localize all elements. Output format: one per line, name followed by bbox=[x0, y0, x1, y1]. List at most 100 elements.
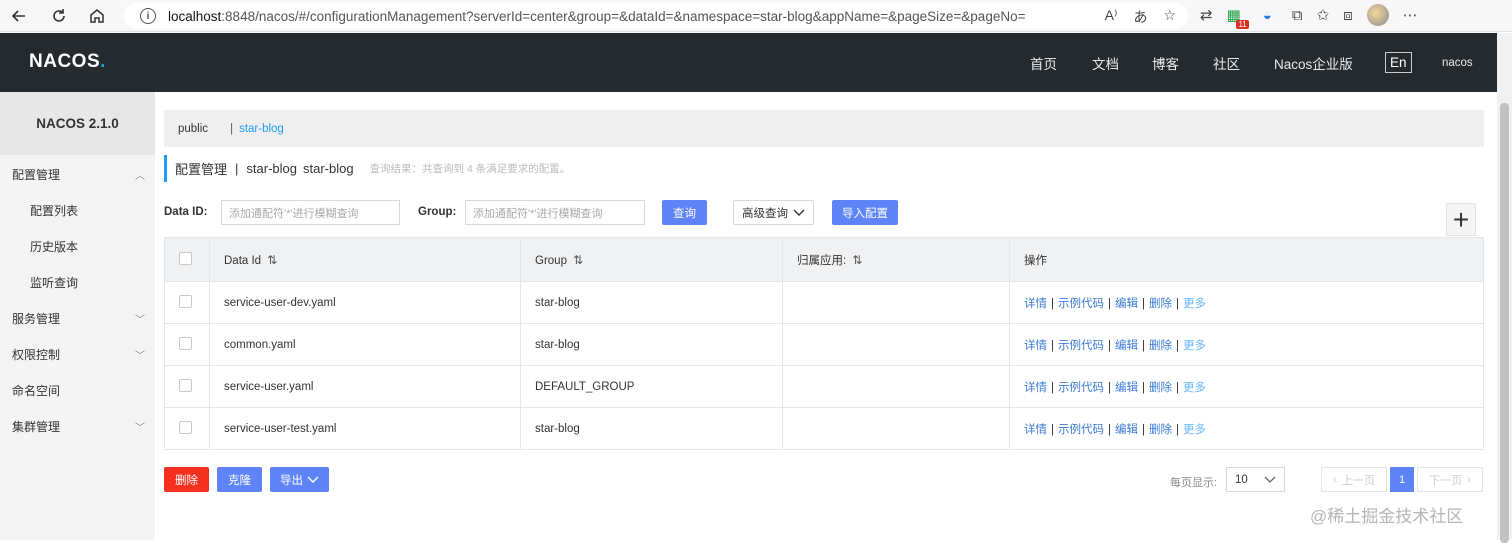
detail-link[interactable]: 详情 bbox=[1024, 340, 1047, 352]
import-config-button[interactable]: 导入配置 bbox=[832, 200, 898, 225]
sidebar-item-listener-query[interactable]: 监听查询 bbox=[0, 264, 155, 300]
export-dropdown[interactable]: 导出 bbox=[270, 467, 329, 492]
col-dataid[interactable]: Data Id ⇅ bbox=[209, 237, 521, 282]
user-menu[interactable]: nacos bbox=[1442, 57, 1473, 69]
sidebar-item-access-control[interactable]: 权限控制 ﹀ bbox=[0, 336, 155, 372]
sidebar-item-config-management[interactable]: 配置管理 ︿ bbox=[0, 156, 155, 192]
edit-link[interactable]: 编辑 bbox=[1115, 382, 1138, 394]
prev-page-button[interactable]: ‹ 上一页 bbox=[1321, 467, 1387, 492]
namespace-public[interactable]: public bbox=[178, 123, 208, 135]
row-select-cell bbox=[164, 407, 210, 450]
nacos-logo[interactable]: NACOS. bbox=[29, 51, 106, 73]
sidebar-item-label: 监听查询 bbox=[30, 275, 79, 290]
clone-button[interactable]: 克隆 bbox=[217, 467, 262, 492]
info-icon[interactable]: i bbox=[140, 8, 156, 24]
cell-app bbox=[782, 281, 1010, 324]
more-link[interactable]: 更多 bbox=[1183, 298, 1206, 310]
sort-icon[interactable]: ⇅ bbox=[852, 253, 862, 267]
more-link[interactable]: 更多 bbox=[1183, 382, 1206, 394]
page-size-select[interactable]: 10 bbox=[1226, 467, 1285, 492]
edit-link[interactable]: 编辑 bbox=[1115, 424, 1138, 436]
sidebar-item-namespace[interactable]: 命名空间 bbox=[0, 372, 155, 408]
sidebar-item-service-management[interactable]: 服务管理 ﹀ bbox=[0, 300, 155, 336]
sample-code-link[interactable]: 示例代码 bbox=[1058, 340, 1104, 352]
browser-toolbar: i localhost:8848/nacos/#/configurationMa… bbox=[0, 0, 1512, 32]
add-config-button[interactable]: + bbox=[1446, 203, 1476, 236]
detail-link[interactable]: 详情 bbox=[1024, 382, 1047, 394]
back-arrow-icon[interactable] bbox=[4, 1, 34, 31]
nav-community[interactable]: 社区 bbox=[1213, 53, 1240, 73]
favorites-icon[interactable]: ✩ bbox=[1317, 6, 1330, 24]
namespace-id: star-blog bbox=[302, 161, 354, 176]
nav-enterprise[interactable]: Nacos企业版 bbox=[1274, 53, 1353, 73]
row-checkbox[interactable] bbox=[179, 294, 192, 308]
cell-dataid: service-user-test.yaml bbox=[209, 407, 521, 450]
page-title: 配置管理 | star-blog star-blog 查询结果：共查询到 4 条… bbox=[164, 155, 570, 182]
extension-shield-icon[interactable]: ◒ bbox=[1263, 7, 1272, 24]
dataid-input[interactable]: 添加通配符'*'进行模糊查询 bbox=[221, 200, 400, 225]
menu-dots-icon[interactable]: ⋯ bbox=[1403, 6, 1418, 24]
query-result-text: 查询结果：共查询到 4 条满足要求的配置。 bbox=[369, 163, 571, 175]
translate-icon[interactable]: あ bbox=[1133, 7, 1147, 27]
group-label: Group: bbox=[418, 206, 457, 218]
delete-link[interactable]: 删除 bbox=[1149, 424, 1172, 436]
more-link[interactable]: 更多 bbox=[1183, 424, 1206, 436]
collections-icon[interactable]: ⧈ bbox=[1343, 7, 1353, 24]
extension-grid-icon[interactable]: ▦ 11 bbox=[1227, 6, 1249, 29]
row-checkbox[interactable] bbox=[179, 336, 192, 350]
row-checkbox[interactable] bbox=[179, 420, 192, 434]
extensions-puzzle-icon[interactable]: ⧉ bbox=[1292, 7, 1303, 24]
url-text[interactable]: localhost:8848/nacos/#/configurationMana… bbox=[168, 9, 1025, 24]
sort-icon[interactable]: ⇅ bbox=[267, 253, 277, 267]
favorite-star-icon[interactable]: ☆ bbox=[1163, 7, 1176, 27]
sidebar-item-cluster-management[interactable]: 集群管理 ﹀ bbox=[0, 408, 155, 444]
sidebar-item-history[interactable]: 历史版本 bbox=[0, 228, 155, 264]
profile-avatar[interactable] bbox=[1366, 4, 1389, 26]
page-title-text: 配置管理 bbox=[175, 162, 228, 177]
next-page-button[interactable]: 下一页 › bbox=[1417, 467, 1483, 492]
group-input[interactable]: 添加通配符'*'进行模糊查询 bbox=[465, 200, 645, 225]
edit-link[interactable]: 编辑 bbox=[1115, 340, 1138, 352]
home-icon[interactable] bbox=[82, 1, 112, 31]
query-button[interactable]: 查询 bbox=[662, 200, 707, 225]
col-app[interactable]: 归属应用: ⇅ bbox=[782, 237, 1010, 282]
nav-docs[interactable]: 文档 bbox=[1092, 53, 1119, 73]
delete-link[interactable]: 删除 bbox=[1149, 298, 1172, 310]
scrollbar-thumb[interactable] bbox=[1500, 103, 1509, 543]
cell-app bbox=[782, 365, 1010, 408]
op-separator: | bbox=[1051, 381, 1054, 394]
delete-link[interactable]: 删除 bbox=[1149, 382, 1172, 394]
delete-link[interactable]: 删除 bbox=[1149, 340, 1172, 352]
sidebar-item-config-list[interactable]: 配置列表 bbox=[0, 192, 155, 228]
namespace-separator: | bbox=[230, 122, 234, 135]
export-label: 导出 bbox=[280, 474, 303, 487]
cell-ops: 详情 | 示例代码 | 编辑 | 删除 | 更多 bbox=[1009, 281, 1484, 324]
language-toggle[interactable]: En bbox=[1385, 52, 1412, 73]
advanced-query-dropdown[interactable]: 高级查询 bbox=[733, 200, 814, 225]
edit-link[interactable]: 编辑 bbox=[1115, 298, 1138, 310]
col-group[interactable]: Group ⇅ bbox=[520, 237, 783, 282]
sample-code-link[interactable]: 示例代码 bbox=[1058, 298, 1104, 310]
page-scrollbar[interactable] bbox=[1497, 33, 1512, 543]
detail-link[interactable]: 详情 bbox=[1024, 298, 1047, 310]
extension-arrows-icon[interactable]: ⇄ bbox=[1200, 6, 1213, 24]
nav-home[interactable]: 首页 bbox=[1030, 53, 1057, 73]
select-all-checkbox[interactable] bbox=[179, 251, 192, 265]
more-link[interactable]: 更多 bbox=[1183, 340, 1206, 352]
sample-code-link[interactable]: 示例代码 bbox=[1058, 382, 1104, 394]
namespace-star-blog[interactable]: star-blog bbox=[239, 123, 284, 135]
sort-icon[interactable]: ⇅ bbox=[573, 253, 583, 267]
col-app-label: 归属应用: bbox=[797, 254, 847, 267]
batch-delete-button[interactable]: 删除 bbox=[164, 467, 209, 492]
read-aloud-icon[interactable]: A⁾ bbox=[1105, 7, 1118, 27]
row-checkbox[interactable] bbox=[179, 378, 192, 392]
detail-link[interactable]: 详情 bbox=[1024, 424, 1047, 436]
sidebar-item-label: 配置管理 bbox=[12, 167, 61, 182]
cell-group: star-blog bbox=[520, 323, 783, 366]
address-bar[interactable]: i localhost:8848/nacos/#/configurationMa… bbox=[124, 3, 1188, 29]
sample-code-link[interactable]: 示例代码 bbox=[1058, 424, 1104, 436]
row-select-cell bbox=[164, 323, 210, 366]
nav-blog[interactable]: 博客 bbox=[1152, 53, 1179, 73]
reload-icon[interactable] bbox=[44, 1, 74, 31]
current-page-button[interactable]: 1 bbox=[1390, 467, 1414, 492]
